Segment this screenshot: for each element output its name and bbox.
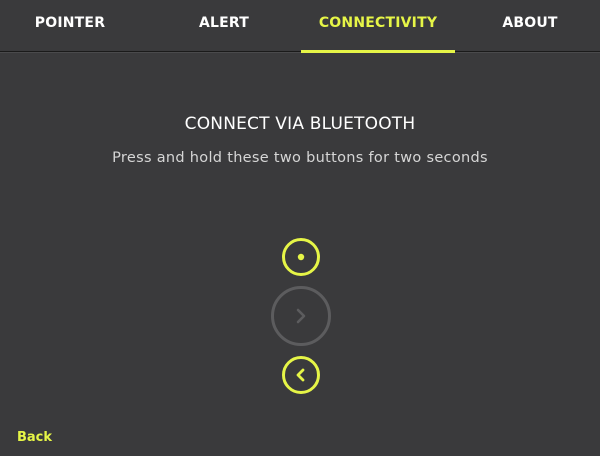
dot-icon	[297, 253, 305, 261]
page-title: CONNECT VIA BLUETOOTH	[184, 114, 416, 134]
device-button-right	[271, 286, 331, 346]
chevron-left-icon	[296, 368, 305, 382]
device-button-left	[282, 356, 320, 394]
active-tab-indicator	[301, 50, 455, 53]
device-button-dot	[282, 238, 320, 276]
tab-pointer-label: POINTER	[34, 15, 106, 31]
chevron-right-icon	[296, 308, 306, 324]
tab-about[interactable]: ABOUT	[460, 0, 600, 51]
tab-connectivity-label: CONNECTIVITY	[318, 15, 438, 31]
tab-alert[interactable]: ALERT	[154, 0, 294, 51]
tab-bar: POINTER ALERT CONNECTIVITY ABOUT	[0, 0, 600, 53]
back-link[interactable]: Back	[17, 430, 52, 445]
tab-pointer[interactable]: POINTER	[0, 0, 140, 51]
tab-connectivity[interactable]: CONNECTIVITY	[301, 0, 455, 53]
tab-about-label: ABOUT	[502, 15, 558, 31]
tab-alert-label: ALERT	[198, 15, 250, 31]
instruction-text: Press and hold these two buttons for two…	[112, 150, 488, 166]
